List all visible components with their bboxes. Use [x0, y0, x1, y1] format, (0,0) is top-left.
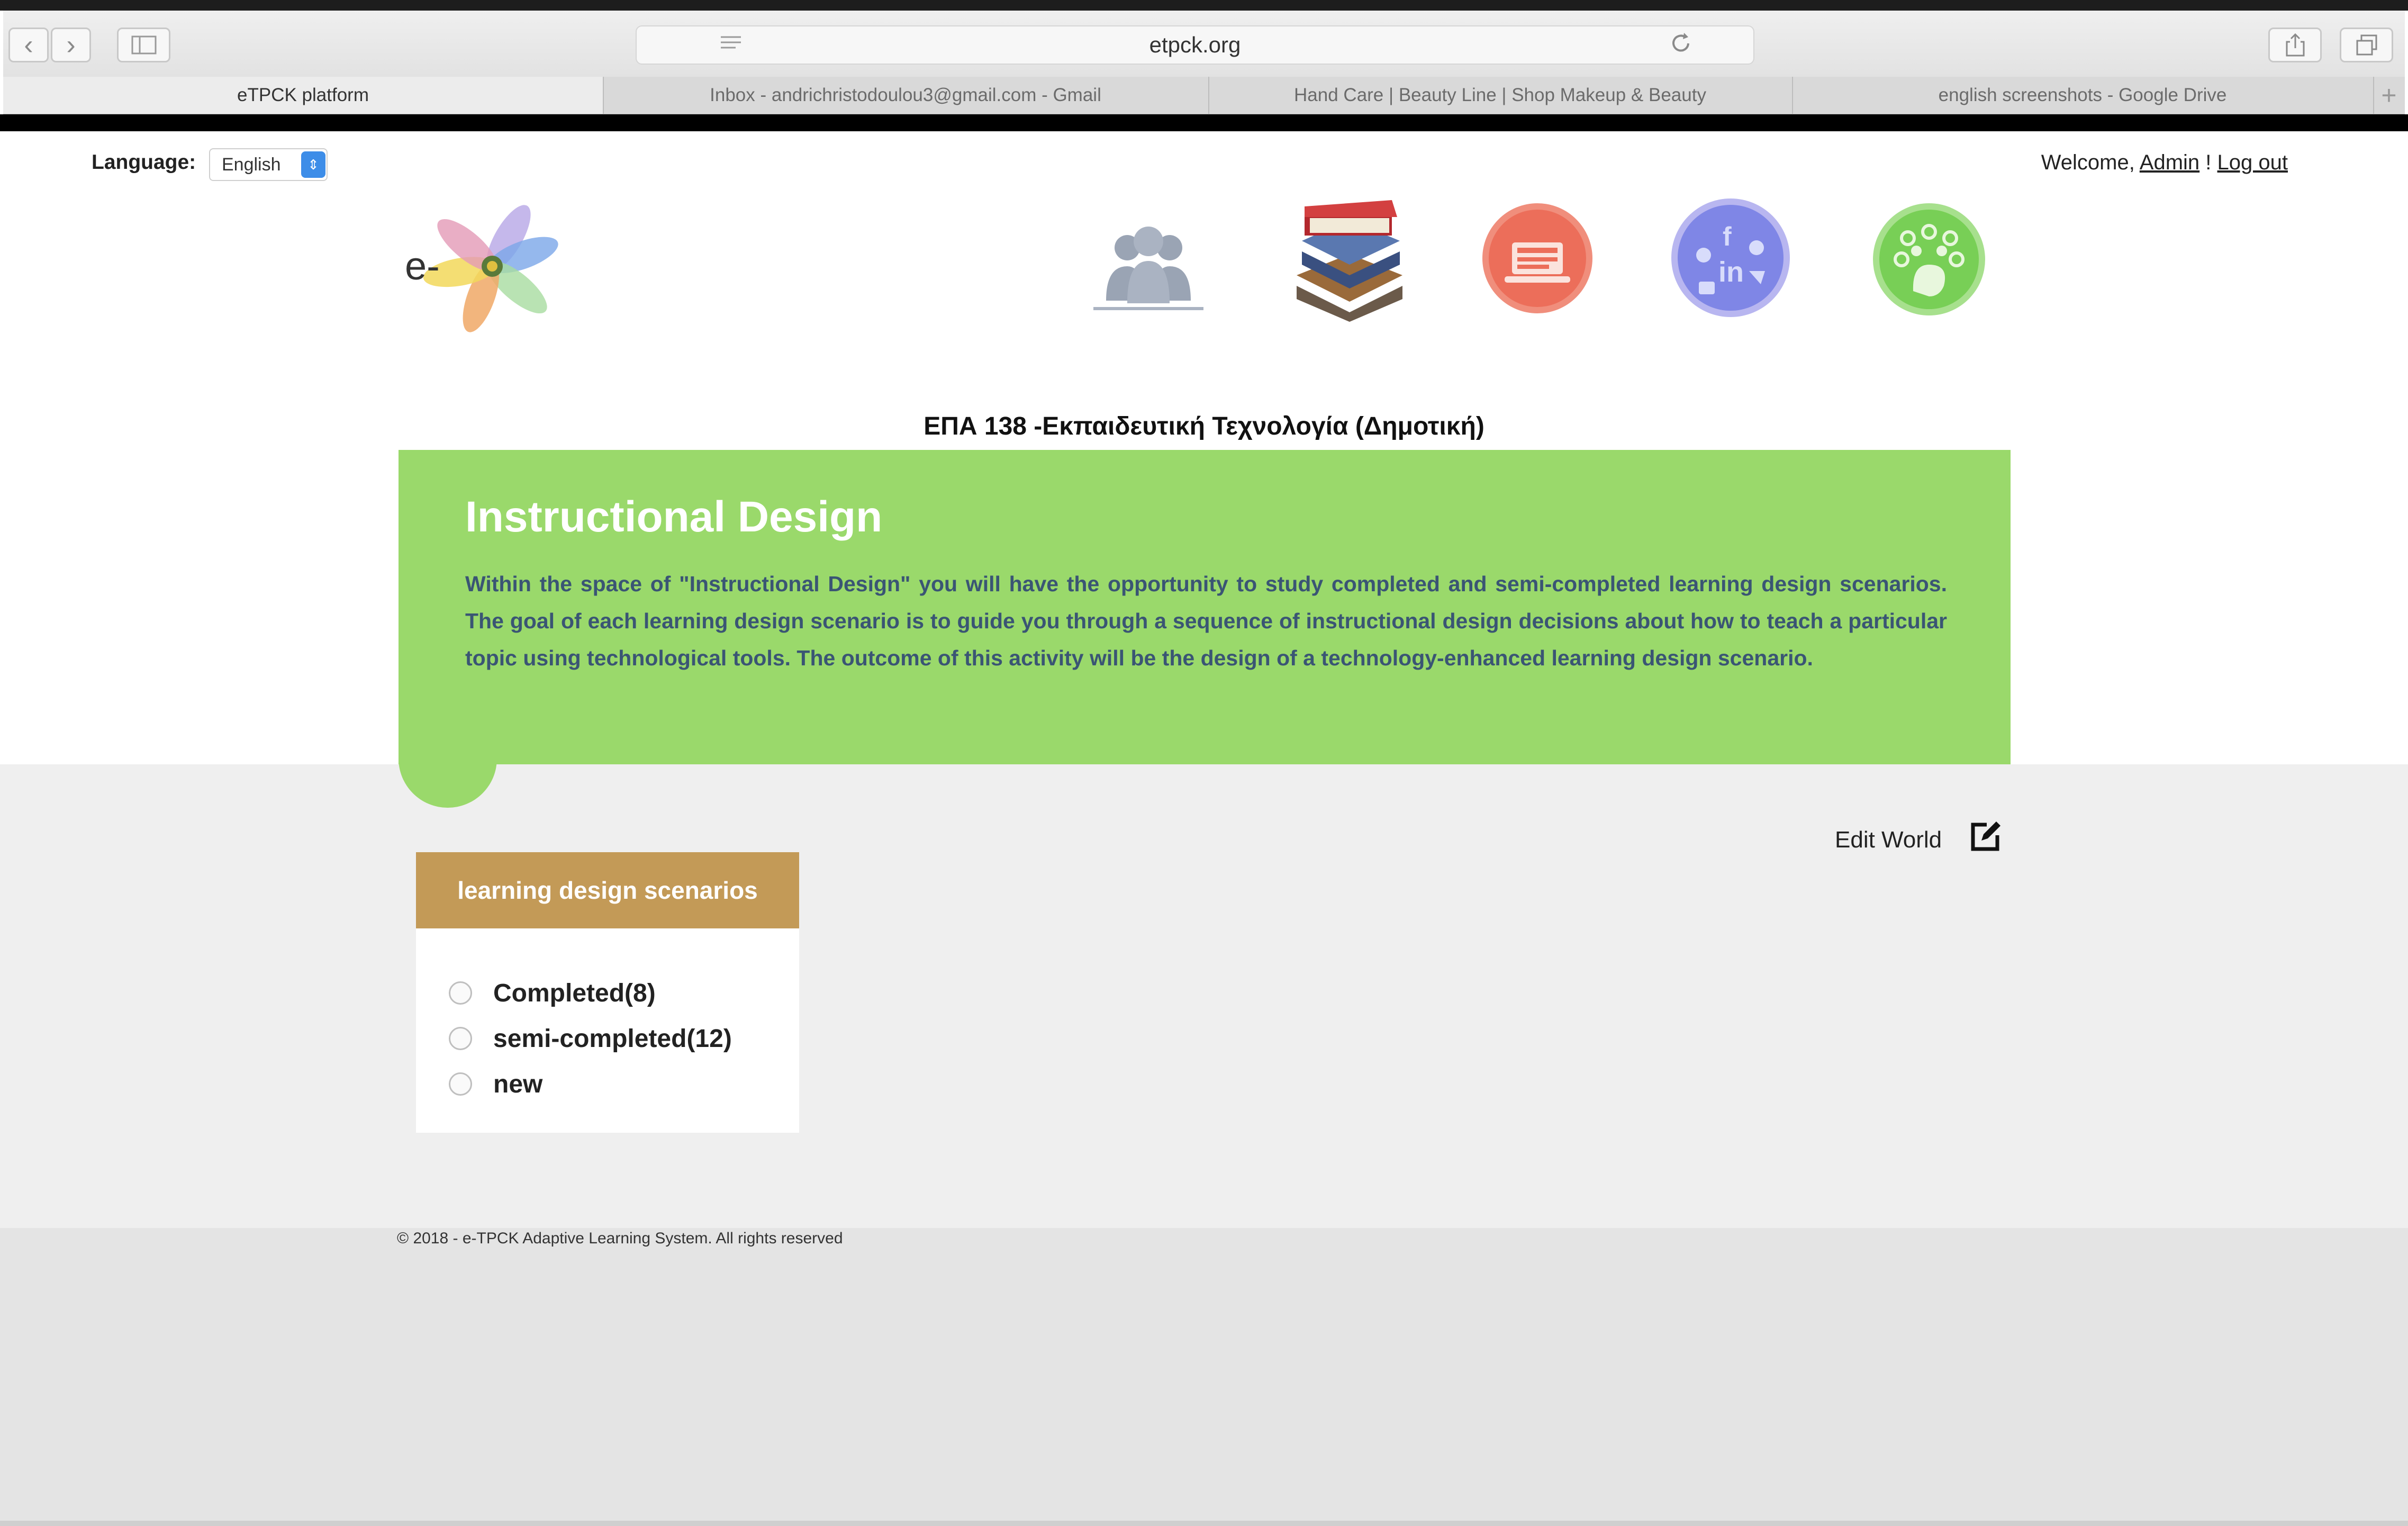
browser-toolbar: ‹ › etpck.org [3, 11, 2405, 77]
logout-link[interactable]: Log out [2217, 151, 2288, 174]
option-semi-completed-label: semi-completed(12) [493, 1025, 732, 1053]
radio-new[interactable] [449, 1072, 472, 1096]
nav-library[interactable] [1286, 185, 1413, 326]
page-top-border [0, 114, 2408, 131]
language-select[interactable]: English ⇕ [209, 148, 328, 181]
etpck-logo[interactable]: e- [405, 200, 564, 332]
welcome-separator: ! [2205, 151, 2212, 174]
reload-button[interactable] [1665, 28, 1697, 59]
radio-completed[interactable] [449, 981, 472, 1005]
hero-description: Within the space of "Instructional Desig… [465, 572, 1947, 670]
hero-title: Instructional Design [465, 493, 883, 541]
share-icon [2286, 33, 2304, 57]
edit-icon [1971, 821, 2000, 851]
language-value: English [222, 155, 281, 175]
tabs-overview-button[interactable] [2340, 28, 2393, 62]
laptop-reading-icon [1482, 203, 1592, 313]
tabs-icon [2356, 34, 2377, 56]
social-media-icon: f in [1671, 198, 1790, 317]
window-top-bar [0, 0, 2408, 11]
radio-semi-completed[interactable] [449, 1027, 472, 1050]
welcome-bar: Welcome, Admin ! Log out [2041, 151, 2288, 175]
share-button[interactable] [2268, 28, 2322, 62]
hero-banner: Instructional Design Within the space of… [399, 450, 2011, 764]
tab-google-drive[interactable]: english screenshots - Google Drive [1792, 77, 2374, 114]
nav-social[interactable]: f in [1670, 197, 1791, 321]
tab-gmail-inbox[interactable]: Inbox - andrichristodoulou3@gmail.com - … [603, 77, 1209, 114]
option-new-label: new [493, 1070, 543, 1098]
content-background [0, 764, 2408, 1228]
books-icon [1297, 200, 1402, 322]
footer [0, 1228, 2408, 1526]
select-arrows-icon: ⇕ [301, 151, 325, 178]
reader-icon [721, 36, 741, 49]
sidebar-icon [131, 35, 156, 55]
back-button[interactable]: ‹ [8, 28, 49, 62]
users-icon [1093, 227, 1203, 310]
nav-users[interactable] [1090, 195, 1207, 324]
option-completed-label: Completed(8) [493, 979, 656, 1007]
edit-world-button[interactable] [1969, 819, 2003, 856]
nav-ideas[interactable] [1871, 201, 1987, 320]
address-bar[interactable]: etpck.org [636, 25, 1754, 65]
course-title: ΕΠΑ 138 -Εκπαιδευτική Τεχνολογία (Δημοτι… [924, 412, 1484, 440]
forward-button[interactable]: › [51, 28, 91, 62]
admin-user-link[interactable]: Admin [2140, 151, 2199, 174]
scenarios-panel-title: learning design scenarios [457, 877, 758, 904]
scenarios-panel-header: learning design scenarios [416, 852, 799, 928]
tab-etpck-platform[interactable]: eTPCK platform [3, 77, 604, 114]
copyright-text: © 2018 - e-TPCK Adaptive Learning System… [397, 1230, 843, 1247]
reload-icon [1672, 33, 1689, 52]
tab-hand-care[interactable]: Hand Care | Beauty Line | Shop Makeup & … [1208, 77, 1793, 114]
idea-tree-icon [1873, 203, 1985, 315]
scenarios-panel: learning design scenarios Completed(8) s… [416, 852, 799, 1133]
welcome-text: Welcome, [2041, 151, 2135, 174]
nav-instructional-design[interactable] [1479, 200, 1596, 319]
flower-logo-icon: e- [405, 205, 558, 332]
logo-text: e- [405, 244, 440, 288]
svg-text:in: in [1718, 256, 1744, 288]
url-text: etpck.org [1149, 32, 1241, 57]
edit-world-link[interactable]: Edit World [1835, 827, 1942, 853]
sidebar-toggle-button[interactable] [117, 28, 170, 62]
bottom-border [0, 1521, 2408, 1526]
new-tab-button[interactable]: + [2373, 77, 2405, 114]
reader-button[interactable] [715, 28, 747, 59]
tab-bar: eTPCK platform Inbox - andrichristodoulo… [3, 77, 2405, 114]
svg-text:f: f [1723, 222, 1732, 251]
language-label: Language: [92, 151, 196, 174]
